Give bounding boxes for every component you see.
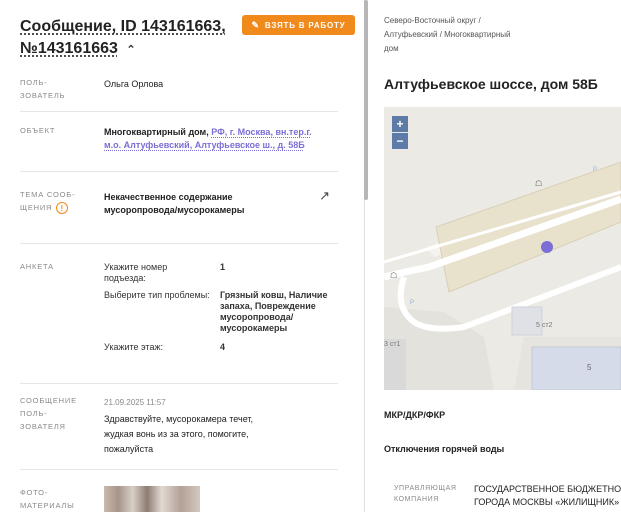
topic-label: ТЕМА СООБ- ЩЕНИЯ! xyxy=(20,190,76,215)
object-address-title: Алтуфьевское шоссе, дом 58Б xyxy=(384,76,598,92)
survey-answer: Грязный ковш, Наличие запаха, Повреждение… xyxy=(220,290,328,333)
poi-icon: ☖ xyxy=(390,271,398,280)
message-body: 21.09.2025 11:57 Здравствуйте, мусорокам… xyxy=(104,396,324,457)
take-to-work-label: ВЗЯТЬ В РАБОТУ xyxy=(264,20,346,30)
survey-question: Выберите тип проблемы: xyxy=(104,290,210,300)
object-marker[interactable] xyxy=(541,241,553,253)
message-title: Сообщение, ID 143161663, №143161663 ⌃ xyxy=(20,16,240,61)
topic-row: ТЕМА СООБ- ЩЕНИЯ! Некачественное содержа… xyxy=(20,186,338,244)
title-line-2: №143161663 xyxy=(20,40,118,57)
user-row: ПОЛЬ- ЗОВАТЕЛЬ Ольга Орлова xyxy=(20,76,338,112)
survey-question: Укажите номер подъезда: xyxy=(104,262,168,283)
photo-thumbnail[interactable] xyxy=(104,486,200,512)
warning-icon[interactable]: ! xyxy=(56,202,69,215)
parking-label: P xyxy=(593,167,598,173)
message-date: 21.09.2025 11:57 xyxy=(104,398,166,407)
management-company-label: УПРАВЛЯЮЩАЯ КОМПАНИЯ xyxy=(394,485,457,503)
hot-water-section-title: Отключения горячей воды xyxy=(384,444,505,454)
user-label: ПОЛЬ- ЗОВАТЕЛЬ xyxy=(20,78,66,100)
chevron-up-icon[interactable]: ⌃ xyxy=(126,39,135,61)
zoom-out-button[interactable]: − xyxy=(392,133,408,149)
object-panel: Северо-Восточный округ / Алтуфьевский / … xyxy=(368,0,621,512)
topic-value: Некачественное содержание мусоропровода/м… xyxy=(104,192,245,215)
message-row: СООБЩЕНИЕ ПОЛЬ- ЗОВАТЕЛЯ 21.09.2025 11:57 … xyxy=(20,394,338,470)
message-label: СООБЩЕНИЕ ПОЛЬ- ЗОВАТЕЛЯ xyxy=(20,396,77,431)
building-label: 5 xyxy=(587,363,592,372)
management-company-value: ГОСУДАРСТВЕННОЕ БЮДЖЕТНОЕ ГОРОДА МОСКВЫ «… xyxy=(474,484,621,507)
object-value: Многоквартирный дом, РФ, г. Москва, вн.т… xyxy=(104,127,312,150)
building-label: 3 ст1 xyxy=(384,341,401,348)
object-label: ОБЪЕКТ xyxy=(20,126,56,135)
map[interactable]: + − 5 ст2 3 ст1 5 P P ☖ ☖ xyxy=(384,107,621,390)
poi-icon: ☖ xyxy=(535,179,543,188)
parking-label: P xyxy=(410,300,415,306)
title-line-1: Сообщение, ID 143161663, xyxy=(20,18,226,35)
repair-section-title: МКР/ДКР/ФКР xyxy=(384,410,446,420)
photos-label: ФОТО- МАТЕРИАЛЫ xyxy=(20,488,75,510)
building-label: 5 ст2 xyxy=(536,322,553,329)
survey-label: АНКЕТА xyxy=(20,262,54,271)
breadcrumb: Северо-Восточный округ / Алтуфьевский / … xyxy=(384,16,511,53)
pencil-icon: ✎ xyxy=(251,19,260,30)
external-link-icon[interactable]: ↗ xyxy=(319,188,330,204)
survey-answer: 4 xyxy=(220,342,226,352)
object-address-link-2[interactable]: м.о. Алтуфьевский, Алтуфьевское ш., д. 5… xyxy=(104,140,305,150)
take-to-work-button[interactable]: ✎ ВЗЯТЬ В РАБОТУ xyxy=(242,15,355,35)
survey-question: Укажите этаж: xyxy=(104,342,163,352)
object-row: ОБЪЕКТ Многоквартирный дом, РФ, г. Москв… xyxy=(20,124,338,172)
survey-row: АНКЕТА Укажите номер подъезда: 1 Выберите… xyxy=(20,260,338,384)
user-value: Ольга Орлова xyxy=(104,79,164,89)
object-address-link[interactable]: РФ, г. Москва, вн.тер.г. xyxy=(211,127,311,137)
zoom-in-button[interactable]: + xyxy=(392,116,408,132)
photos-row: ФОТО- МАТЕРИАЛЫ xyxy=(20,486,338,512)
survey-answer: 1 xyxy=(220,262,226,272)
message-panel: Сообщение, ID 143161663, №143161663 ⌃ ✎ … xyxy=(0,0,364,512)
